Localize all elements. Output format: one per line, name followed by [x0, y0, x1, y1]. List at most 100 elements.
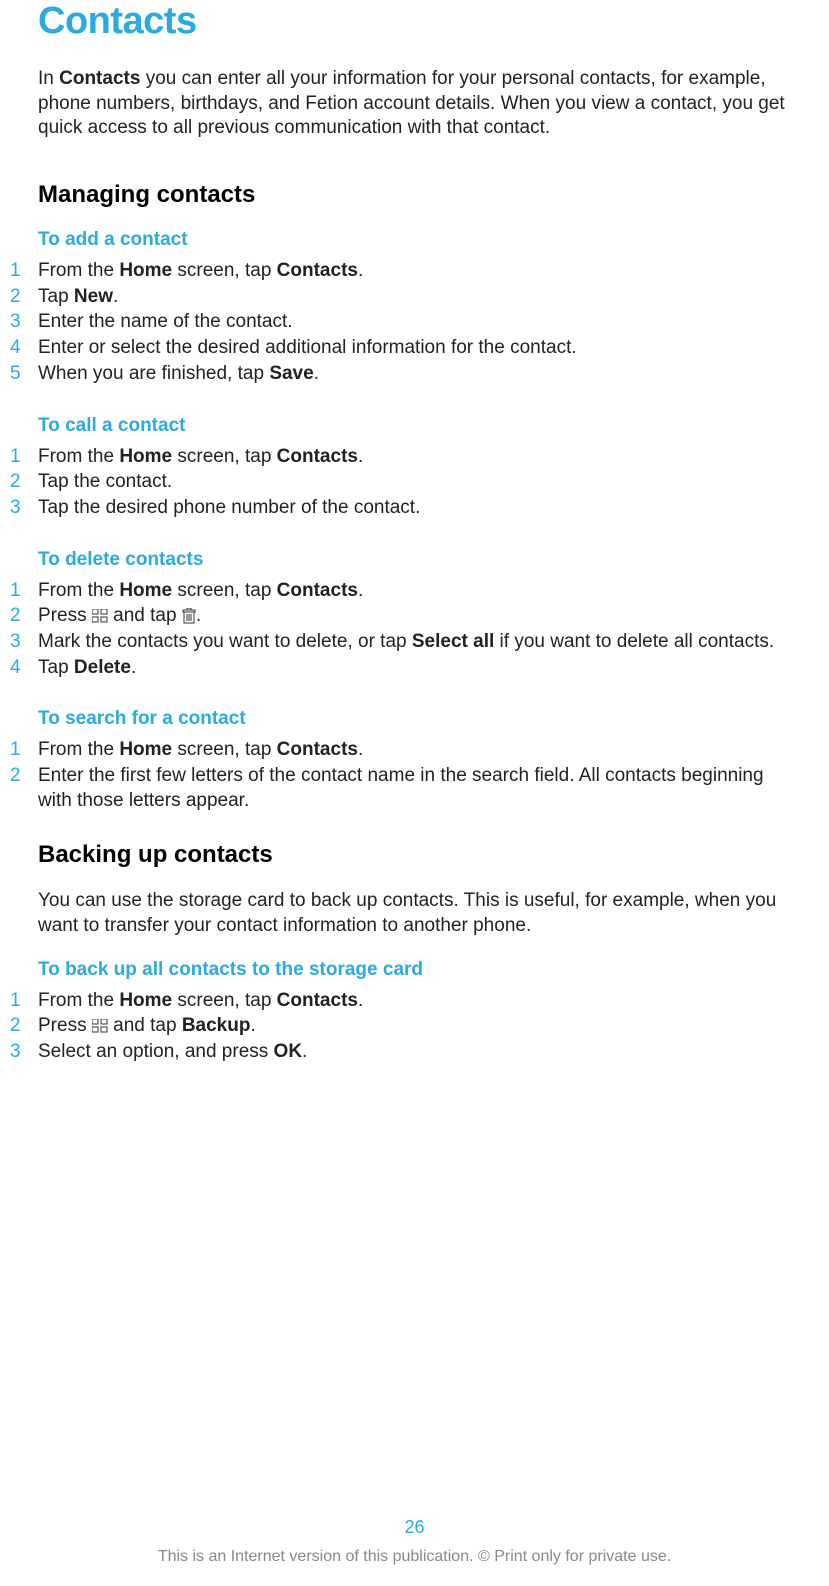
step-text: From the	[38, 739, 119, 760]
section-managing-heading: Managing contacts	[38, 181, 791, 209]
step-text: .	[358, 446, 363, 467]
list-item: 3Tap the desired phone number of the con…	[38, 496, 791, 521]
sub-call-contact: To call a contact	[38, 415, 791, 437]
backing-body: You can use the storage card to back up …	[38, 889, 791, 938]
step-bold: Contacts	[277, 260, 358, 281]
step-text: .	[358, 739, 363, 760]
step-number: 2	[10, 285, 21, 310]
step-bold: Select all	[412, 631, 494, 652]
step-text: .	[358, 580, 363, 601]
intro-paragraph: In Contacts you can enter all your infor…	[38, 67, 791, 141]
step-text: From the	[38, 446, 119, 467]
block-search-contact: To search for a contact 1From the Home s…	[38, 708, 791, 813]
step-number: 1	[10, 579, 21, 604]
step-bold: Home	[119, 739, 172, 760]
list-item: 1From the Home screen, tap Contacts.	[38, 445, 791, 470]
list-item: 1From the Home screen, tap Contacts.	[38, 989, 791, 1014]
step-bold: Contacts	[277, 580, 358, 601]
step-text: From the	[38, 260, 119, 281]
step-bold: Contacts	[277, 739, 358, 760]
step-bold: Home	[119, 260, 172, 281]
step-text: Tap the contact.	[38, 471, 172, 492]
list-item: 1From the Home screen, tap Contacts.	[38, 259, 791, 284]
step-text: .	[358, 260, 363, 281]
step-bold: Delete	[74, 657, 131, 678]
step-number: 3	[10, 630, 21, 655]
step-number: 2	[10, 604, 21, 629]
step-text: Mark the contacts you want to delete, or…	[38, 631, 412, 652]
list-item: 4Tap Delete.	[38, 656, 791, 681]
step-text: When you are finished, tap	[38, 363, 269, 384]
sub-delete-contacts: To delete contacts	[38, 549, 791, 571]
list-item: 3Mark the contacts you want to delete, o…	[38, 630, 791, 655]
step-text: Enter the first few letters of the conta…	[38, 765, 764, 811]
section-backing-heading: Backing up contacts	[38, 841, 791, 869]
list-item: 2Enter the first few letters of the cont…	[38, 764, 791, 813]
list-item: 1From the Home screen, tap Contacts.	[38, 738, 791, 763]
step-number: 3	[10, 496, 21, 521]
step-bold: Save	[269, 363, 313, 384]
list-item: 2Press and tap Backup.	[38, 1014, 791, 1039]
sub-search-contact: To search for a contact	[38, 708, 791, 730]
sub-add-contact: To add a contact	[38, 229, 791, 251]
step-number: 2	[10, 764, 21, 789]
list-item: 2Press and tap .	[38, 604, 791, 629]
step-number: 3	[10, 310, 21, 335]
step-text: Enter the name of the contact.	[38, 311, 293, 332]
step-text: .	[113, 286, 118, 307]
step-text: if you want to delete all contacts.	[494, 631, 774, 652]
menu-icon	[92, 609, 108, 623]
list-item: 1From the Home screen, tap Contacts.	[38, 579, 791, 604]
step-text: .	[196, 605, 201, 626]
list-item: 3Select an option, and press OK.	[38, 1040, 791, 1065]
step-text: From the	[38, 990, 119, 1011]
step-text: Tap	[38, 286, 74, 307]
step-text: screen, tap	[172, 260, 277, 281]
block-delete-contacts: To delete contacts 1From the Home screen…	[38, 549, 791, 681]
intro-prefix: In	[38, 68, 59, 89]
step-bold: New	[74, 286, 113, 307]
step-bold: Backup	[182, 1015, 251, 1036]
list-item: 2Tap the contact.	[38, 470, 791, 495]
trash-icon	[182, 608, 196, 624]
step-text: and tap	[108, 605, 182, 626]
step-text: .	[358, 990, 363, 1011]
step-text: screen, tap	[172, 739, 277, 760]
step-text: .	[131, 657, 136, 678]
list-item: 5When you are finished, tap Save.	[38, 362, 791, 387]
step-text: Press	[38, 1015, 92, 1036]
list-item: 2Tap New.	[38, 285, 791, 310]
step-number: 3	[10, 1040, 21, 1065]
step-text: screen, tap	[172, 580, 277, 601]
block-call-contact: To call a contact 1From the Home screen,…	[38, 415, 791, 521]
step-text: and tap	[108, 1015, 182, 1036]
page-footer: 26 This is an Internet version of this p…	[0, 1517, 829, 1566]
intro-bold: Contacts	[59, 68, 140, 89]
step-text: .	[250, 1015, 255, 1036]
step-text: .	[302, 1041, 307, 1062]
step-number: 1	[10, 989, 21, 1014]
page-title: Contacts	[38, 0, 791, 43]
step-bold: Home	[119, 446, 172, 467]
footer-text: This is an Internet version of this publ…	[0, 1548, 829, 1566]
step-number: 4	[10, 336, 21, 361]
step-number: 5	[10, 362, 21, 387]
list-item: 4Enter or select the desired additional …	[38, 336, 791, 361]
step-text: Tap	[38, 657, 74, 678]
step-bold: Contacts	[277, 446, 358, 467]
step-bold: OK	[274, 1041, 303, 1062]
step-text: screen, tap	[172, 446, 277, 467]
step-bold: Home	[119, 580, 172, 601]
step-number: 4	[10, 656, 21, 681]
step-text: screen, tap	[172, 990, 277, 1011]
step-number: 2	[10, 470, 21, 495]
step-text: Enter or select the desired additional i…	[38, 337, 577, 358]
step-text: .	[314, 363, 319, 384]
step-bold: Home	[119, 990, 172, 1011]
step-text: Select an option, and press	[38, 1041, 274, 1062]
step-text: Press	[38, 605, 92, 626]
menu-icon	[92, 1019, 108, 1033]
step-text: Tap the desired phone number of the cont…	[38, 497, 420, 518]
step-bold: Contacts	[277, 990, 358, 1011]
step-number: 1	[10, 738, 21, 763]
